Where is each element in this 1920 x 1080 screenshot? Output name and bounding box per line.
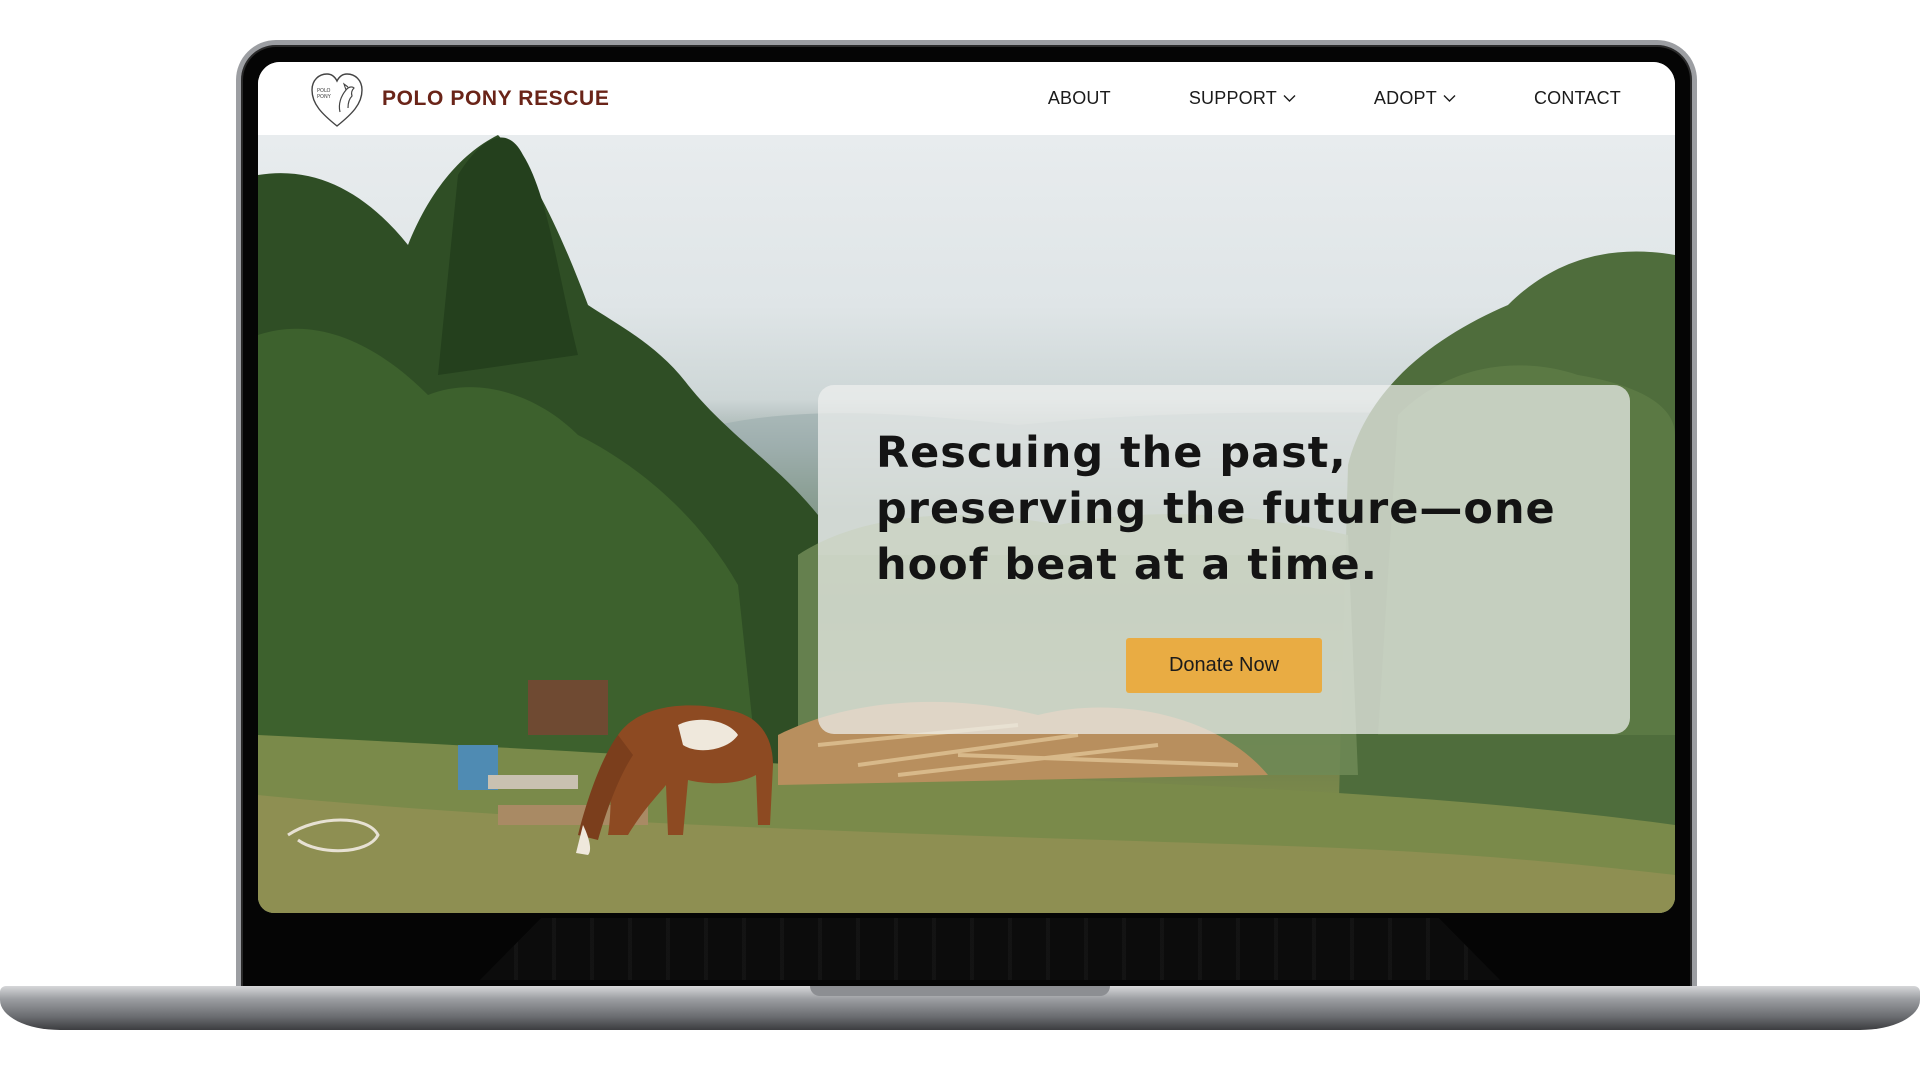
laptop-keyboard-reflection <box>480 918 1500 980</box>
donate-now-button[interactable]: Donate Now <box>1126 638 1322 693</box>
chevron-down-icon <box>1283 95 1296 102</box>
nav-item-adopt[interactable]: ADOPT <box>1374 88 1456 109</box>
nav-item-about[interactable]: ABOUT <box>1048 88 1111 109</box>
nav-item-support[interactable]: SUPPORT <box>1189 88 1296 109</box>
hero-headline: Rescuing the past, preserving the future… <box>876 428 1556 590</box>
nav-item-label: ABOUT <box>1047 88 1111 108</box>
nav-item-label: SUPPORT <box>1188 88 1277 108</box>
site-header: POLO PONY POLO PONY RESCUE ABOUT SUPPORT… <box>258 62 1675 135</box>
nav-item-label: CONTACT <box>1533 88 1621 108</box>
laptop-screen: POLO PONY POLO PONY RESCUE ABOUT SUPPORT… <box>258 62 1675 913</box>
nav-item-contact[interactable]: CONTACT <box>1534 88 1621 109</box>
chevron-down-icon <box>1443 95 1456 102</box>
hero-card: Rescuing the past, preserving the future… <box>818 385 1630 734</box>
svg-text:PONY: PONY <box>317 94 332 100</box>
main-nav: ABOUT SUPPORT ADOPT CONTACT <box>1048 62 1621 135</box>
brand-name: POLO PONY RESCUE <box>382 86 610 110</box>
logo-link[interactable]: POLO PONY POLO PONY RESCUE <box>308 68 609 130</box>
laptop-base-notch <box>810 986 1110 996</box>
heart-horse-logo-icon: POLO PONY <box>311 72 363 127</box>
nav-item-label: ADOPT <box>1373 88 1437 108</box>
hero-section: Rescuing the past, preserving the future… <box>258 135 1675 913</box>
